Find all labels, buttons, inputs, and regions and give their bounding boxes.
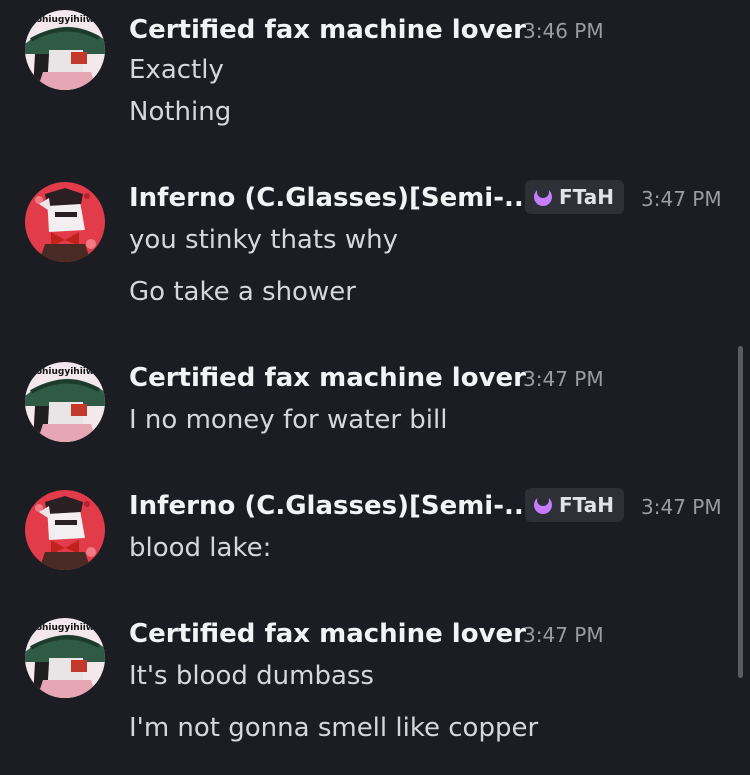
timestamp: 3:46 PM: [523, 19, 604, 43]
message-text: I no money for water bill: [129, 405, 448, 435]
message-header: Inferno (C.Glasses)[Semi-... FTaH 3:47 P…: [129, 178, 729, 218]
chat-message-list[interactable]: ohiugyihiiw Certified fax machine lover …: [0, 0, 750, 775]
purple-moon-icon: [533, 494, 553, 515]
username[interactable]: Certified fax machine lover: [129, 10, 526, 50]
scrollbar-thumb[interactable]: [738, 346, 743, 678]
message-header: Certified fax machine lover 3:47 PM: [129, 614, 729, 654]
username[interactable]: Certified fax machine lover: [129, 614, 526, 654]
message-text: blood lake:: [129, 533, 272, 563]
green-hat-character-avatar-icon[interactable]: ohiugyihiiw: [25, 618, 105, 698]
green-hat-character-avatar-icon[interactable]: ohiugyihiiw: [25, 10, 105, 90]
server-tag-label: FTaH: [559, 185, 614, 209]
message-text: It's blood dumbass: [129, 661, 374, 691]
message-text: Go take a shower: [129, 277, 356, 307]
avatar-lettering: ohiugyihiiw: [36, 367, 94, 377]
server-tag-label: FTaH: [559, 493, 614, 517]
timestamp: 3:47 PM: [523, 623, 604, 647]
server-tag[interactable]: FTaH: [525, 180, 624, 214]
username[interactable]: Certified fax machine lover: [129, 358, 526, 398]
username[interactable]: Inferno (C.Glasses)[Semi-...: [129, 486, 534, 526]
message-text: Exactly: [129, 55, 224, 85]
message-text: you stinky thats why: [129, 225, 399, 255]
timestamp: 3:47 PM: [523, 367, 604, 391]
message-text: I'm not gonna smell like copper: [129, 713, 539, 743]
message-text: Nothing: [129, 97, 232, 127]
purple-moon-icon: [533, 186, 553, 207]
message-header: Inferno (C.Glasses)[Semi-... FTaH 3:47 P…: [129, 486, 729, 526]
avatar-lettering: ohiugyihiiw: [36, 623, 94, 633]
message-header: Certified fax machine lover 3:47 PM: [129, 358, 729, 398]
timestamp: 3:47 PM: [641, 495, 722, 519]
green-hat-character-avatar-icon[interactable]: ohiugyihiiw: [25, 362, 105, 442]
timestamp: 3:47 PM: [641, 187, 722, 211]
avatar-lettering: ohiugyihiiw: [36, 15, 94, 25]
server-tag[interactable]: FTaH: [525, 488, 624, 522]
red-bow-character-avatar-icon[interactable]: [25, 490, 105, 570]
red-bow-character-avatar-icon[interactable]: [25, 182, 105, 262]
username[interactable]: Inferno (C.Glasses)[Semi-...: [129, 178, 534, 218]
message-header: Certified fax machine lover 3:46 PM: [129, 10, 729, 50]
